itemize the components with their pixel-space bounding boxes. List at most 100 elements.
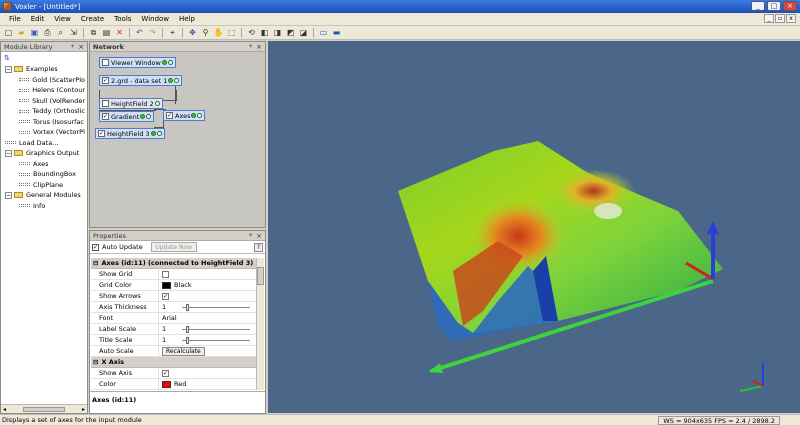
node-data-set[interactable]: ✓ 2.grd - data set 1 [99, 75, 183, 86]
tree-item[interactable]: ClipPlane [3, 180, 85, 191]
delete-icon[interactable]: ✕ [114, 27, 125, 38]
scroll-left-icon[interactable]: ◂ [3, 406, 6, 413]
port-icon[interactable] [154, 101, 160, 106]
color-swatch[interactable] [162, 380, 171, 388]
tree-item[interactable]: − Examples [3, 64, 85, 75]
minimize-button[interactable]: _ [751, 1, 765, 11]
maximize-button[interactable]: □ [767, 1, 781, 11]
scroll-thumb[interactable] [257, 267, 264, 285]
mdi-restore-button[interactable]: ▫ [775, 14, 785, 23]
node-checkbox[interactable]: ✓ [102, 113, 109, 120]
property-text[interactable]: Arial [162, 314, 177, 322]
menu-create[interactable]: Create [76, 15, 109, 23]
print-preview-icon[interactable]: ⌕ [55, 27, 66, 38]
node-heightfield-2[interactable]: HeightField 2 [99, 98, 163, 109]
camera-icon[interactable]: ▭ [318, 27, 329, 38]
node-checkbox[interactable] [102, 100, 109, 107]
port-icon[interactable] [167, 60, 173, 65]
auto-update-checkbox[interactable]: ✓ [92, 243, 99, 251]
expand-toggle-icon[interactable]: − [5, 65, 12, 73]
close-button[interactable]: × [783, 1, 797, 11]
mdi-minimize-button[interactable]: _ [764, 14, 774, 23]
slider-thumb[interactable] [186, 303, 190, 311]
view-front-icon[interactable]: ◧ [259, 27, 270, 38]
close-icon[interactable]: × [256, 43, 262, 51]
copy-icon[interactable]: ⧉ [88, 27, 99, 38]
tree-item[interactable]: Gold (ScatterPlo [3, 75, 85, 86]
section-collapse-icon[interactable]: ⊟ [93, 259, 98, 267]
view-side-icon[interactable]: ◩ [285, 27, 296, 38]
tree-item[interactable]: Load Data... [3, 138, 85, 149]
pointer-icon[interactable]: ⌖ [167, 27, 178, 38]
port-icon[interactable] [168, 78, 174, 83]
property-value[interactable]: Red [159, 379, 258, 389]
pin-icon[interactable]: ᵠ [249, 232, 252, 240]
viewer-window[interactable] [268, 41, 800, 413]
tree-item[interactable]: Helens (Contour [3, 85, 85, 96]
print-icon[interactable]: ⎙ [42, 27, 53, 38]
scroll-right-icon[interactable]: ▸ [82, 406, 85, 413]
menu-file[interactable]: File [4, 15, 26, 23]
slider-value[interactable]: 1 [162, 325, 166, 333]
scroll-thumb[interactable] [23, 406, 65, 412]
menu-view[interactable]: View [49, 15, 76, 23]
property-checkbox[interactable]: ✓ [162, 292, 169, 300]
color-swatch[interactable] [162, 281, 171, 289]
slider-thumb[interactable] [186, 336, 190, 344]
mdi-close-button[interactable]: x [786, 14, 796, 23]
slider-value[interactable]: 1 [162, 303, 166, 311]
node-heightfield-3[interactable]: ✓ HeightField 3 [95, 128, 165, 139]
new-icon[interactable]: ▢ [3, 27, 14, 38]
section-collapse-icon[interactable]: ⊟ [93, 358, 98, 366]
port-icon[interactable] [146, 114, 152, 119]
property-slider[interactable] [182, 303, 250, 311]
menu-tools[interactable]: Tools [109, 15, 136, 23]
recalculate-button[interactable]: Recalculate [162, 346, 205, 356]
property-value[interactable]: Recalculate [159, 346, 258, 356]
fit-icon[interactable]: ⬚ [226, 27, 237, 38]
property-checkbox[interactable] [162, 270, 169, 278]
zoom-icon[interactable]: ⚲ [200, 27, 211, 38]
module-library-hscrollbar[interactable]: ◂ ▸ [1, 404, 87, 413]
pin-icon[interactable]: ᵠ [71, 43, 74, 51]
close-icon[interactable]: × [256, 232, 262, 240]
tree-item[interactable]: Skull (VolRender [3, 96, 85, 107]
menu-help[interactable]: Help [174, 15, 200, 23]
port-icon[interactable] [156, 131, 162, 136]
node-checkbox[interactable]: ✓ [166, 112, 173, 119]
tree-item[interactable]: Info [3, 201, 85, 212]
tree-item[interactable]: Vortex (VectorPl [3, 127, 85, 138]
viewer-canvas[interactable] [268, 41, 800, 413]
view-iso-icon[interactable]: ◪ [298, 27, 309, 38]
rotate-icon[interactable]: ⟲ [246, 27, 257, 38]
port-icon[interactable] [150, 131, 156, 136]
port-icon[interactable] [191, 113, 197, 118]
redo-icon[interactable]: ↷ [147, 27, 158, 38]
slider-value[interactable]: 1 [162, 336, 166, 344]
window-icon[interactable]: ▬ [331, 27, 342, 38]
open-icon[interactable]: ▰ [16, 27, 27, 38]
port-icon[interactable] [174, 78, 180, 83]
slider-thumb[interactable] [186, 325, 190, 333]
property-value[interactable]: Arial [159, 313, 258, 323]
property-checkbox[interactable]: ✓ [162, 369, 169, 377]
property-value[interactable]: 1 [159, 335, 258, 345]
tree-item[interactable]: Torus (Isosurfac [3, 117, 85, 128]
property-value[interactable]: Black [159, 280, 258, 290]
tree-item[interactable]: BoundingBox [3, 169, 85, 180]
property-value[interactable]: ✓ [159, 368, 258, 378]
port-icon[interactable] [161, 60, 167, 65]
save-icon[interactable]: ▣ [29, 27, 40, 38]
sort-icon[interactable]: ⇅ [4, 54, 10, 62]
expand-toggle-icon[interactable]: − [5, 191, 12, 199]
menu-edit[interactable]: Edit [26, 15, 50, 23]
tree-item[interactable]: − Graphics Output [3, 148, 85, 159]
expand-toggle-icon[interactable]: − [5, 149, 12, 157]
tree-item[interactable]: Teddy (Orthoslic [3, 106, 85, 117]
update-now-button[interactable]: Update Now [150, 242, 197, 252]
tree-item[interactable]: − General Modules [3, 190, 85, 201]
tree-item[interactable]: Axes [3, 159, 85, 170]
menu-window[interactable]: Window [136, 15, 174, 23]
property-value[interactable]: 1 [159, 302, 258, 312]
node-checkbox[interactable]: ✓ [102, 77, 109, 84]
